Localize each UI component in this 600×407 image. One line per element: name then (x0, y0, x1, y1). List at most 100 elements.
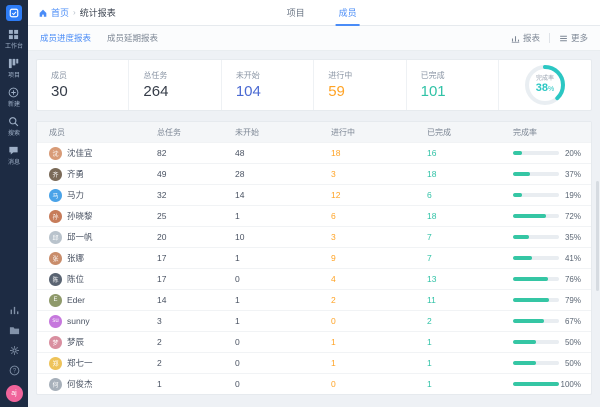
progress-percent: 37% (565, 170, 581, 179)
sidebar: 工作台项目新建搜索消息 ? aj (0, 0, 28, 407)
sidebar-folder-button[interactable] (9, 325, 20, 336)
completed: 2 (415, 316, 501, 326)
in-progress: 2 (319, 295, 415, 305)
column-header[interactable]: 未开始 (223, 127, 319, 138)
completion-rate: 100% (501, 380, 591, 389)
progress-bar (513, 256, 559, 260)
table-row[interactable]: 沈 沈佳宜 82 48 18 16 20% (37, 142, 591, 163)
stat-value: 264 (143, 83, 220, 100)
sidebar-item-project[interactable]: 项目 (8, 58, 20, 79)
member-name: 张娜 (67, 252, 84, 264)
report-icon (9, 305, 20, 316)
project-icon (8, 58, 19, 69)
stat-label: 未开始 (236, 70, 313, 81)
sidebar-item-message[interactable]: 消息 (8, 145, 20, 166)
completion-rate: 76% (501, 275, 591, 284)
table-row[interactable]: 张 张娜 17 1 9 7 41% (37, 247, 591, 268)
column-header[interactable]: 完成率 (501, 127, 591, 138)
sidebar-report-button[interactable] (9, 305, 20, 316)
breadcrumb-home[interactable]: 首页 (38, 6, 69, 19)
progress-bar (513, 193, 559, 197)
completed: 18 (415, 211, 501, 221)
stat-label: 已完成 (421, 70, 498, 81)
completion-rate: 20% (501, 149, 591, 158)
member-cell: 张 张娜 (37, 252, 145, 265)
sub-bar: 成员进度报表 成员延期报表 报表 更多 (28, 26, 600, 51)
divider (549, 33, 550, 43)
header-tab[interactable]: 项目 (284, 0, 308, 25)
sidebar-item-add[interactable]: 新建 (8, 87, 20, 108)
not-started: 1 (223, 253, 319, 263)
sidebar-bottom: ? (9, 305, 20, 376)
completed: 7 (415, 232, 501, 242)
in-progress: 6 (319, 211, 415, 221)
member-avatar: 邱 (49, 231, 62, 244)
sidebar-item-search[interactable]: 搜索 (8, 116, 20, 137)
table-row[interactable]: 邱 邱一帆 20 10 3 7 35% (37, 226, 591, 247)
gear-icon (9, 345, 20, 356)
completed: 7 (415, 253, 501, 263)
completed: 1 (415, 358, 501, 368)
progress-percent: 20% (565, 149, 581, 158)
progress-percent: 72% (565, 212, 581, 221)
column-header[interactable]: 进行中 (319, 127, 415, 138)
svg-text:?: ? (12, 369, 16, 375)
in-progress: 1 (319, 337, 415, 347)
in-progress: 1 (319, 358, 415, 368)
not-started: 1 (223, 295, 319, 305)
total-tasks: 1 (145, 379, 223, 389)
app-logo[interactable] (6, 5, 22, 21)
table-row[interactable]: 陈 陈位 17 0 4 13 76% (37, 268, 591, 289)
progress-bar (513, 151, 559, 155)
sidebar-help-button[interactable]: ? (9, 365, 20, 376)
total-tasks: 82 (145, 148, 223, 158)
table-row[interactable]: 郑 郑七一 2 0 1 1 50% (37, 352, 591, 373)
action-more[interactable]: 更多 (559, 32, 588, 44)
progress-bar (513, 361, 559, 365)
member-cell: su sunny (37, 315, 145, 328)
table-row[interactable]: 梦 梦辰 2 0 1 1 50% (37, 331, 591, 352)
table-row[interactable]: E Eder 14 1 2 11 79% (37, 289, 591, 310)
in-progress: 4 (319, 274, 415, 284)
member-avatar: 马 (49, 189, 62, 202)
column-header[interactable]: 成员 (37, 127, 145, 138)
scrollbar[interactable] (596, 181, 599, 291)
header-tab[interactable]: 成员 (336, 0, 360, 25)
table-row[interactable]: 何 何俊杰 1 0 0 1 100% (37, 373, 591, 394)
table-row[interactable]: 齐 齐勇 49 28 3 18 37% (37, 163, 591, 184)
member-name: 沈佳宜 (67, 147, 93, 159)
member-name: 孙晓黎 (67, 210, 93, 222)
in-progress: 12 (319, 190, 415, 200)
stat-value: 101 (421, 83, 498, 100)
column-header[interactable]: 已完成 (415, 127, 501, 138)
stat-label: 进行中 (328, 70, 405, 81)
sidebar-item-workbench[interactable]: 工作台 (5, 29, 23, 50)
sidebar-item-label: 消息 (8, 157, 20, 166)
in-progress: 0 (319, 379, 415, 389)
sidebar-item-label: 搜索 (8, 128, 20, 137)
table-row[interactable]: 孙 孙晓黎 25 1 6 18 72% (37, 205, 591, 226)
user-avatar[interactable]: aj (6, 385, 23, 402)
report-tab[interactable]: 成员进度报表 (40, 32, 91, 44)
total-tasks: 17 (145, 253, 223, 263)
summary-stat: 进行中 59 (314, 60, 406, 110)
toolbar-actions: 报表 更多 (511, 32, 588, 44)
summary-stat: 总任务 264 (129, 60, 221, 110)
member-avatar: 何 (49, 378, 62, 391)
member-name: Eder (67, 295, 85, 305)
column-header[interactable]: 总任务 (145, 127, 223, 138)
completed: 1 (415, 337, 501, 347)
search-icon (8, 116, 19, 127)
stat-value: 104 (236, 83, 313, 100)
sidebar-item-label: 新建 (8, 99, 20, 108)
progress-bar (513, 382, 559, 386)
table-row[interactable]: 马 马力 32 14 12 6 19% (37, 184, 591, 205)
stat-value: 30 (51, 83, 128, 100)
action-chart[interactable]: 报表 (511, 32, 540, 44)
sidebar-gear-button[interactable] (9, 345, 20, 356)
table-row[interactable]: su sunny 3 1 0 2 67% (37, 310, 591, 331)
completed: 13 (415, 274, 501, 284)
report-tab[interactable]: 成员延期报表 (107, 32, 158, 44)
summary-stat: 成员 30 (37, 60, 129, 110)
in-progress: 3 (319, 169, 415, 179)
